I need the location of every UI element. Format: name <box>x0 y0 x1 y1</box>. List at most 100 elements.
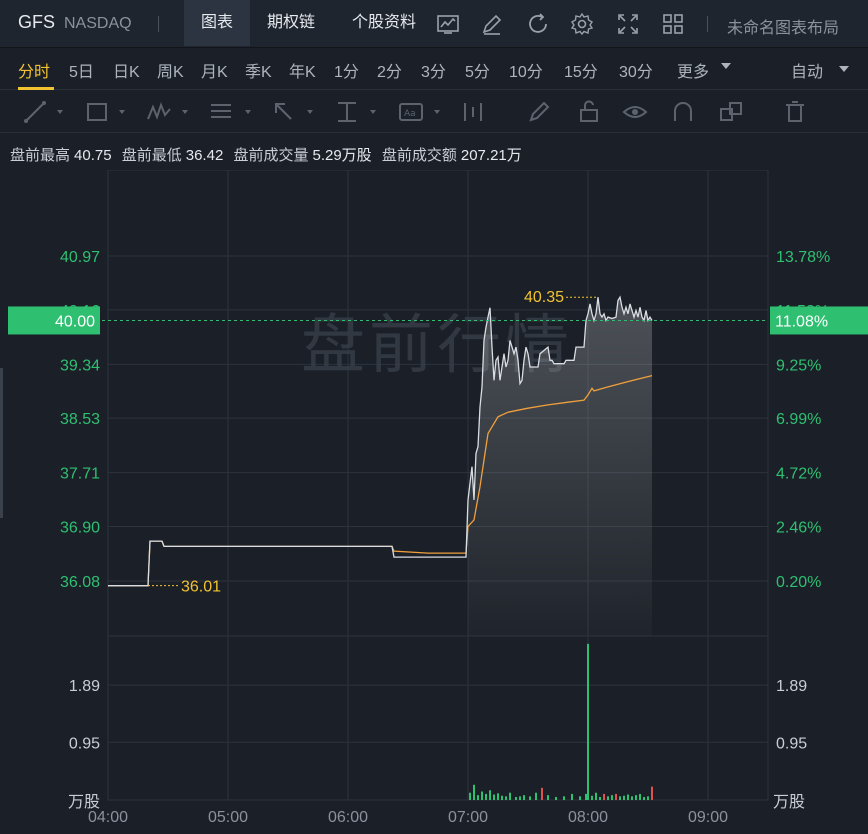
tab-options-chain[interactable]: 期权链 <box>254 0 328 46</box>
volume-bar <box>489 790 491 800</box>
active-period-indicator <box>18 87 54 90</box>
volume-bar <box>651 786 653 800</box>
period-yearly[interactable]: 年K <box>289 58 316 82</box>
volume-bar <box>469 792 471 800</box>
volume-bar <box>599 796 601 800</box>
volume-bar <box>627 794 629 800</box>
text-tool-icon[interactable]: Aa <box>398 99 424 125</box>
premarket-high-value: 40.75 <box>74 147 112 164</box>
volume-bar <box>535 792 537 800</box>
volume-bar <box>647 796 649 800</box>
price-range-tool-icon[interactable] <box>334 99 360 125</box>
intraday-chart[interactable]: 盘前行情 40.3536.01 04:00 05:00 06:00 07:00 08:0… <box>0 170 868 834</box>
high-price-label: 40.35 <box>524 289 564 306</box>
x-tick-label: 04:00 <box>88 809 128 826</box>
draw-pen-icon[interactable] <box>480 12 504 36</box>
volume-bar <box>579 796 581 800</box>
tab-chart[interactable]: 图表 <box>184 0 250 46</box>
volume-bar <box>493 794 495 800</box>
visibility-eye-icon[interactable] <box>622 99 648 125</box>
period-1min[interactable]: 1分 <box>334 58 359 82</box>
volume-bar <box>585 793 587 800</box>
premarket-turnover-label: 盘前成交额 <box>381 147 457 164</box>
tab-company-profile[interactable]: 个股资料 <box>340 0 428 46</box>
percent-tick-label: 6.99% <box>776 411 821 428</box>
period-3min[interactable]: 3分 <box>421 58 446 82</box>
divider <box>707 16 708 32</box>
period-more[interactable]: 更多 <box>677 58 709 82</box>
volume-bar <box>515 796 517 800</box>
unlock-icon[interactable] <box>576 99 602 125</box>
caret-icon[interactable] <box>434 110 440 114</box>
scale-mode-select[interactable]: 自动 <box>791 58 823 82</box>
volume-bar <box>529 796 531 800</box>
period-10min[interactable]: 10分 <box>509 58 543 82</box>
arrow-tool-icon[interactable] <box>271 99 297 125</box>
volume-bar <box>485 793 487 800</box>
period-5min[interactable]: 5分 <box>465 58 490 82</box>
period-quarterly[interactable]: 季K <box>245 58 272 82</box>
premarket-low-label: 盘前最低 <box>121 147 182 164</box>
premarket-low-value: 36.42 <box>185 147 224 164</box>
period-30min[interactable]: 30分 <box>619 58 653 82</box>
period-daily[interactable]: 日K <box>113 58 140 82</box>
settings-gear-icon[interactable] <box>570 12 594 36</box>
caret-icon[interactable] <box>245 110 251 114</box>
current-price-value: 40.00 <box>55 313 95 330</box>
layout-name-button[interactable]: 未命名图表布局 <box>727 14 839 38</box>
volume-bar <box>587 643 589 800</box>
indicator-tool-icon[interactable] <box>460 99 486 125</box>
low-price-label: 36.01 <box>181 579 221 596</box>
caret-icon[interactable] <box>119 110 125 114</box>
period-intraday[interactable]: 分时 <box>18 58 50 82</box>
volume-bar <box>563 796 565 800</box>
divider <box>158 16 159 32</box>
volume-bar <box>541 787 543 800</box>
volume-bar <box>607 796 609 800</box>
magnet-icon[interactable] <box>670 99 696 125</box>
volume-bar <box>519 796 521 800</box>
premarket-volume-label: 盘前成交量 <box>233 147 309 164</box>
brush-icon[interactable] <box>526 99 552 125</box>
caret-icon[interactable] <box>57 110 63 114</box>
volume-tick-label: 0.95 <box>69 735 100 752</box>
caret-icon[interactable] <box>370 110 376 114</box>
volume-unit-label: 万股 <box>68 793 100 811</box>
rectangle-tool-icon[interactable] <box>84 99 110 125</box>
x-tick-label: 05:00 <box>208 809 248 826</box>
period-15min[interactable]: 15分 <box>564 58 598 82</box>
volume-bar <box>477 795 479 800</box>
period-weekly[interactable]: 周K <box>157 58 184 82</box>
plot-frame <box>107 170 769 801</box>
period-monthly[interactable]: 月K <box>201 58 228 82</box>
volume-bar <box>523 795 525 800</box>
fullscreen-icon[interactable] <box>616 12 640 36</box>
wave-pattern-tool-icon[interactable] <box>146 99 172 125</box>
period-2min[interactable]: 2分 <box>377 58 402 82</box>
chart-type-icon[interactable] <box>436 12 460 36</box>
fibonacci-tool-icon[interactable] <box>208 99 234 125</box>
volume-bar <box>615 793 617 800</box>
layers-icon[interactable] <box>718 99 744 125</box>
premarket-stats: 盘前最高 40.75 盘前最低 36.42 盘前成交量 5.29万股 盘前成交额 207… <box>10 144 528 165</box>
trend-line-tool-icon[interactable] <box>22 99 48 125</box>
trash-icon[interactable] <box>782 99 808 125</box>
volume-bar <box>501 795 503 800</box>
price-tick-label: 39.34 <box>60 357 100 374</box>
price-tick-label: 36.08 <box>60 574 100 591</box>
layout-grid-icon[interactable] <box>661 12 685 36</box>
svg-text:Aa: Aa <box>404 109 416 119</box>
volume-bar <box>555 796 557 800</box>
caret-icon[interactable] <box>182 110 188 114</box>
period-5d[interactable]: 5日 <box>69 58 94 82</box>
volume-bar <box>505 796 507 800</box>
volume-bar <box>547 795 549 800</box>
x-tick-label: 09:00 <box>688 809 728 826</box>
more-caret-icon[interactable] <box>721 63 731 69</box>
premarket-turnover-value: 207.21万 <box>460 147 522 164</box>
volume-tick-label: 1.89 <box>69 678 100 695</box>
caret-icon[interactable] <box>307 110 313 114</box>
scale-caret-icon[interactable] <box>839 66 849 72</box>
refresh-icon[interactable] <box>526 12 550 36</box>
exchange-name: NASDAQ <box>64 15 132 32</box>
